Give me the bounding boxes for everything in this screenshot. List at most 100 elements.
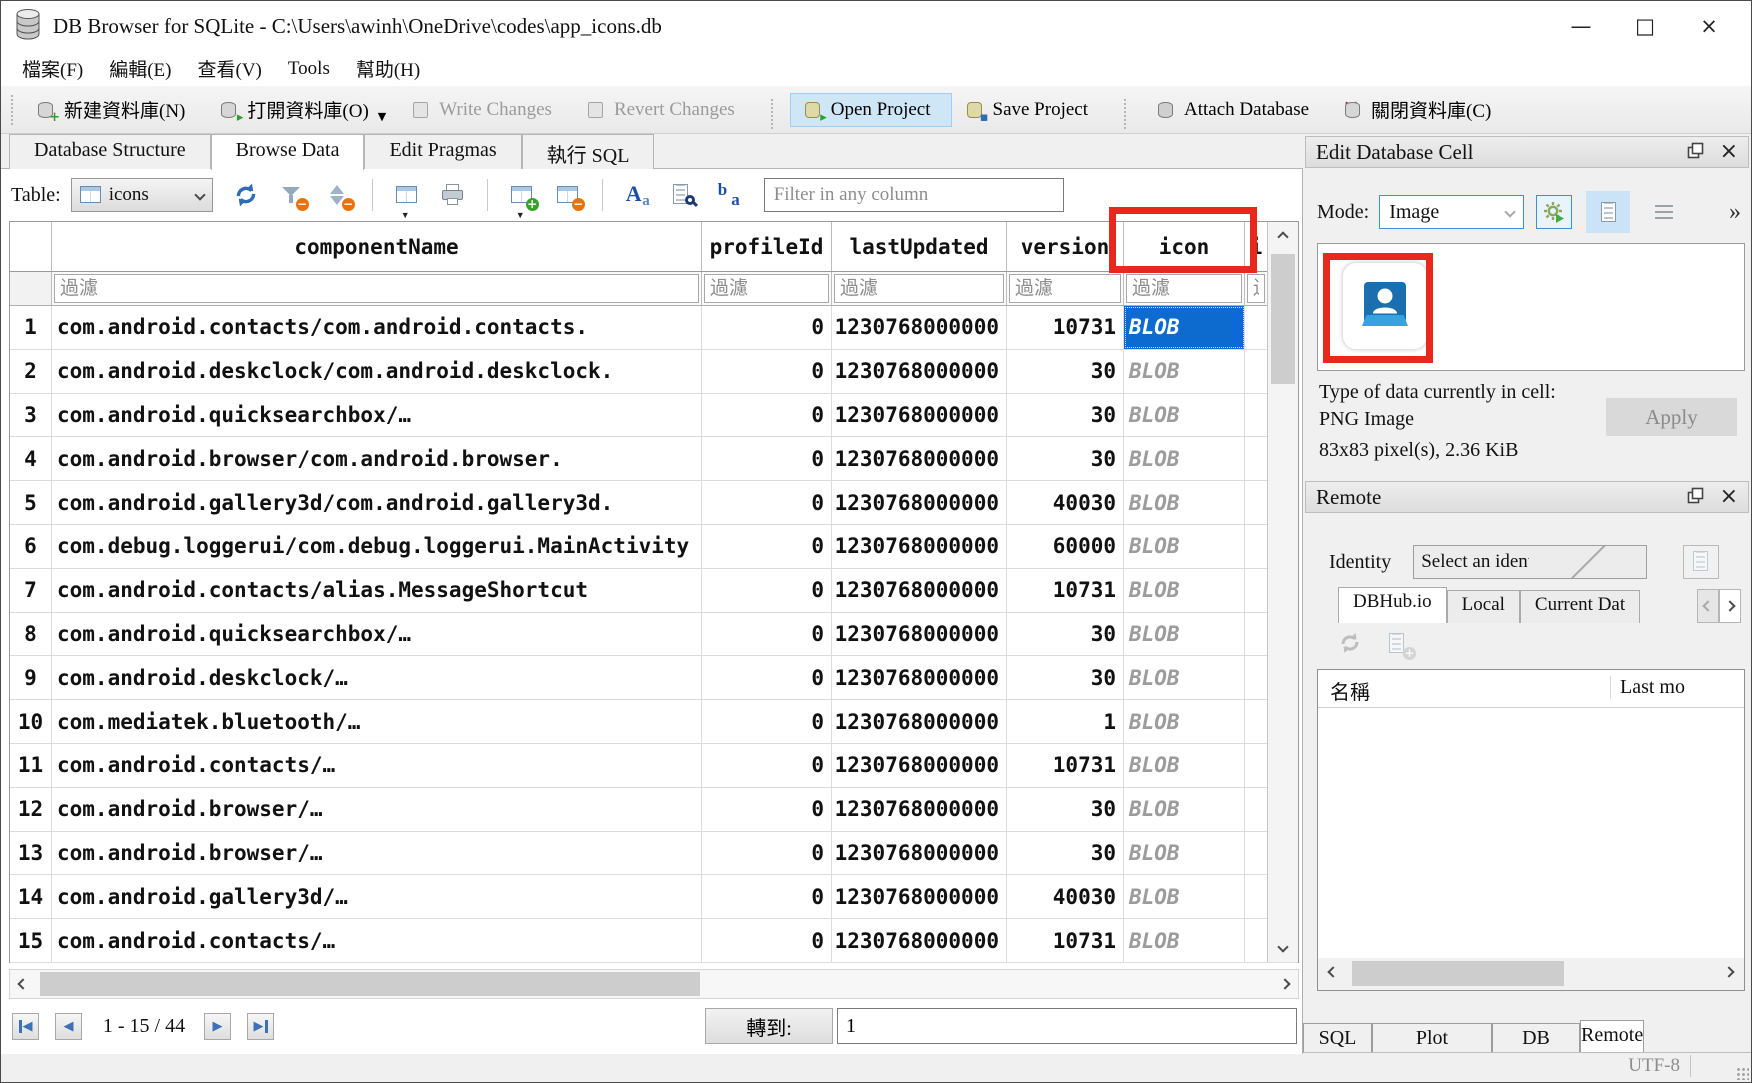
cell-lastUpdated[interactable]: 1230768000000 — [832, 744, 1007, 787]
clear-all-filters-icon[interactable]: − — [279, 182, 305, 208]
filter-input-icon[interactable] — [1126, 274, 1242, 303]
cell-profileId[interactable]: 0 — [702, 875, 832, 918]
cell-componentName[interactable]: com.android.quicksearchbox/… — [52, 394, 702, 437]
tab-scroll-right-icon[interactable] — [1719, 589, 1741, 623]
toolbar-button[interactable]: ▸ Open Project — [790, 93, 952, 127]
cell-lastUpdated[interactable]: 1230768000000 — [832, 525, 1007, 568]
goto-record-input[interactable] — [837, 1008, 1297, 1044]
grid-vertical-scrollbar[interactable] — [1267, 222, 1298, 962]
cell-version[interactable]: 30 — [1007, 788, 1124, 831]
cell-lastUpdated[interactable]: 1230768000000 — [832, 350, 1007, 393]
table-row[interactable]: 12 com.android.browser/… 0 1230768000000… — [10, 788, 1298, 832]
cell-componentName[interactable]: com.android.gallery3d/… — [52, 875, 702, 918]
cell-componentName[interactable]: com.android.contacts/alias.MessageShortc… — [52, 569, 702, 612]
cell-version[interactable]: 10731 — [1007, 744, 1124, 787]
main-tab[interactable]: Edit Pragmas — [364, 134, 521, 169]
menu-item[interactable]: 幫助(H) — [343, 52, 433, 85]
cell-profileId[interactable]: 0 — [702, 788, 832, 831]
cell-icon-blob[interactable]: BLOB — [1124, 744, 1245, 787]
cell-icon-blob[interactable]: BLOB — [1124, 569, 1245, 612]
toolbar-button[interactable]: Revert Changes — [573, 93, 756, 127]
column-header-lastUpdated[interactable]: lastUpdated — [832, 222, 1007, 271]
cell-icon-blob[interactable]: BLOB — [1124, 481, 1245, 524]
cell-version[interactable]: 30 — [1007, 350, 1124, 393]
cell-componentName[interactable]: com.android.contacts/… — [52, 744, 702, 787]
cell-version[interactable]: 30 — [1007, 613, 1124, 656]
cell-icon-blob[interactable]: BLOB — [1124, 832, 1245, 875]
cell-componentName[interactable]: com.android.browser/com.android.browser. — [52, 437, 702, 480]
close-button[interactable]: × — [1677, 1, 1741, 51]
cell-version[interactable]: 40030 — [1007, 875, 1124, 918]
cell-profileId[interactable]: 0 — [702, 613, 832, 656]
cell-profileId[interactable]: 0 — [702, 700, 832, 743]
toolbar-button[interactable]: 關閉資料庫(C) — [1330, 90, 1512, 129]
table-row[interactable]: 15 com.android.contacts/… 0 123076800000… — [10, 919, 1298, 963]
cell-profileId[interactable]: 0 — [702, 350, 832, 393]
cell-lastUpdated[interactable]: 1230768000000 — [832, 437, 1007, 480]
cell-icon-blob[interactable]: BLOB — [1124, 656, 1245, 699]
cell-lastUpdated[interactable]: 1230768000000 — [832, 394, 1007, 437]
cell-componentName[interactable]: com.android.contacts/com.android.contact… — [52, 306, 702, 349]
remote-name-header[interactable]: 名稱 — [1330, 676, 1370, 705]
main-tab[interactable]: 執行 SQL — [522, 134, 655, 169]
table-row[interactable]: 13 com.android.browser/… 0 1230768000000… — [10, 832, 1298, 876]
delete-record-icon[interactable]: − — [555, 182, 581, 208]
cell-profileId[interactable]: 0 — [702, 832, 832, 875]
remote-tab[interactable]: Current Dat — [1520, 590, 1640, 623]
remote-refresh-icon[interactable] — [1338, 631, 1364, 657]
cell-version[interactable]: 10731 — [1007, 569, 1124, 612]
cell-componentName[interactable]: com.android.browser/… — [52, 788, 702, 831]
dock-tab[interactable]: Plot — [1372, 1023, 1492, 1054]
toolbar-button[interactable]: Attach Database — [1143, 93, 1330, 127]
apply-button[interactable]: Apply — [1606, 398, 1737, 436]
replace-icon[interactable]: ba — [716, 182, 742, 208]
menu-item[interactable]: 查看(V) — [185, 52, 275, 85]
table-row[interactable]: 2 com.android.deskclock/com.android.desk… — [10, 350, 1298, 394]
import-certificate-button[interactable] — [1683, 545, 1719, 579]
cell-version[interactable]: 30 — [1007, 394, 1124, 437]
cell-icon-blob[interactable]: BLOB — [1124, 788, 1245, 831]
scroll-left-button[interactable] — [1320, 958, 1346, 986]
cell-componentName[interactable]: com.debug.loggerui/com.debug.loggerui.Ma… — [52, 525, 702, 568]
cell-componentName[interactable]: com.android.contacts/… — [52, 919, 702, 962]
menu-item[interactable]: 檔案(F) — [9, 52, 96, 85]
table-combobox[interactable]: icons — [71, 178, 213, 212]
clear-sorting-icon[interactable]: − — [325, 182, 351, 208]
cell-componentName[interactable]: com.android.deskclock/com.android.deskcl… — [52, 350, 702, 393]
goto-record-button[interactable]: 轉到: — [705, 1008, 833, 1044]
previous-page-button[interactable]: ◀ — [55, 1013, 82, 1040]
filter-input-lastUpdated[interactable] — [834, 274, 1004, 303]
cell-componentName[interactable]: com.android.browser/… — [52, 832, 702, 875]
import-data-button[interactable] — [1536, 195, 1572, 229]
font-icon[interactable]: Aa — [624, 182, 650, 208]
grid-horizontal-scrollbar[interactable] — [9, 969, 1299, 999]
filter-input-truncated[interactable] — [1247, 274, 1265, 303]
column-header-version[interactable]: version — [1007, 222, 1124, 271]
more-tools-icon[interactable]: » — [1729, 199, 1741, 226]
cell-componentName[interactable]: com.android.quicksearchbox/… — [52, 613, 702, 656]
scroll-down-button[interactable] — [1268, 932, 1298, 962]
cell-profileId[interactable]: 0 — [702, 394, 832, 437]
export-table-icon[interactable] — [394, 182, 420, 208]
cell-lastUpdated[interactable]: 1230768000000 — [832, 613, 1007, 656]
filter-input-version[interactable] — [1009, 274, 1121, 303]
dock-tab[interactable]: DB Schema — [1492, 1023, 1580, 1054]
filter-input-profileId[interactable] — [704, 274, 829, 303]
cell-version[interactable]: 30 — [1007, 832, 1124, 875]
toolbar-button[interactable]: Write Changes — [398, 93, 573, 127]
tab-scroll-left-icon[interactable] — [1697, 589, 1719, 623]
minimize-button[interactable]: — — [1549, 1, 1613, 51]
remote-horizontal-scrollbar[interactable] — [1318, 958, 1744, 990]
remote-clone-database-icon[interactable]: + — [1386, 631, 1412, 657]
first-page-button[interactable]: ◀ — [12, 1013, 39, 1040]
cell-icon-blob[interactable]: BLOB — [1124, 613, 1245, 656]
filter-all-columns-input[interactable] — [764, 178, 1064, 212]
cell-icon-blob[interactable]: BLOB — [1124, 437, 1245, 480]
table-row[interactable]: 9 com.android.deskclock/… 0 123076800000… — [10, 656, 1298, 700]
cell-profileId[interactable]: 0 — [702, 437, 832, 480]
mode-combobox[interactable]: Image — [1379, 195, 1524, 229]
main-tab[interactable]: Browse Data — [211, 134, 365, 170]
cell-version[interactable]: 60000 — [1007, 525, 1124, 568]
cell-lastUpdated[interactable]: 1230768000000 — [832, 656, 1007, 699]
menu-item[interactable]: Tools — [275, 55, 343, 83]
